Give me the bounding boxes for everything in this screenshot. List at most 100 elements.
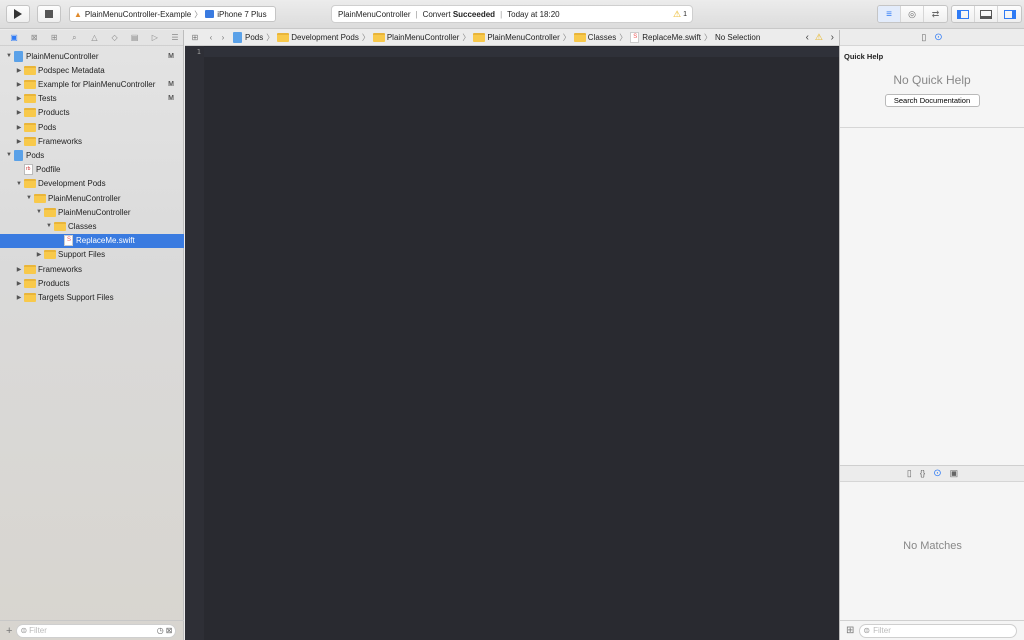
file-template-icon[interactable]: ▯ <box>907 468 912 479</box>
project-icon <box>14 50 23 62</box>
forward-icon[interactable]: › <box>217 33 229 42</box>
folder-icon <box>24 264 36 274</box>
disclosure-closed-icon[interactable]: ▶ <box>14 95 24 102</box>
source-control-icon[interactable]: ⊠ <box>26 32 42 44</box>
object-library-icon[interactable]: ⊙ <box>933 468 941 479</box>
version-editor-button[interactable]: ⇄ <box>924 6 947 22</box>
back-icon[interactable]: ‹ <box>205 33 217 42</box>
tree-row[interactable]: ▶ Example for PlainMenuController M <box>0 77 184 91</box>
tree-row[interactable]: ▼ Pods <box>0 148 184 162</box>
jump-next-icon[interactable]: › <box>831 32 834 43</box>
assistant-editor-button[interactable]: ◎ <box>901 6 924 22</box>
tree-row[interactable]: ▶ Products <box>0 106 184 120</box>
search-documentation-button[interactable]: Search Documentation <box>884 94 980 107</box>
jump-warning-icon[interactable]: ⚠ <box>815 32 823 43</box>
disclosure-open-icon[interactable]: ▼ <box>4 53 14 59</box>
tree-row[interactable]: ▼ PlainMenuController <box>0 191 184 205</box>
related-items-icon[interactable]: ⊞ <box>189 33 201 42</box>
breadcrumb-label: ReplaceMe.swift <box>642 33 701 42</box>
source-editor[interactable]: 1 <box>185 46 839 640</box>
library-filter-input[interactable]: ⊜ Filter <box>859 623 1018 638</box>
tree-row-label: Podspec Metadata <box>38 65 105 75</box>
breadcrumb-item[interactable]: Development Pods 〉 <box>277 32 373 43</box>
standard-editor-button[interactable]: ≡ <box>878 6 901 22</box>
tree-row[interactable]: ▶ Targets Support Files <box>0 290 184 304</box>
code-snippet-icon[interactable]: {} <box>920 469 925 478</box>
tree-row[interactable]: ▶ Tests M <box>0 92 184 106</box>
disclosure-closed-icon[interactable]: ▶ <box>14 109 24 116</box>
navigator-selector-bar: ▣ ⊠ ⊞ ⌕ △ ◇ ▤ ▷ ☰ <box>0 30 183 46</box>
breakpoint-icon[interactable]: ▷ <box>147 32 163 44</box>
disclosure-closed-icon[interactable]: ▶ <box>14 266 24 273</box>
tree-row[interactable]: ▼ Classes <box>0 219 184 233</box>
disclosure-open-icon[interactable]: ▼ <box>4 152 14 158</box>
breadcrumb-item[interactable]: Classes 〉 <box>573 32 630 43</box>
breadcrumb-item[interactable]: PlainMenuController 〉 <box>372 32 473 43</box>
recent-files-icon[interactable]: ◷ <box>157 626 164 635</box>
disclosure-closed-icon[interactable]: ▶ <box>14 124 24 131</box>
tree-row[interactable]: ▼ PlainMenuController M <box>0 49 184 63</box>
jump-prev-icon[interactable]: ‹ <box>806 32 809 43</box>
folder-icon <box>34 193 46 203</box>
folder-icon <box>54 221 66 231</box>
add-icon[interactable]: + <box>6 625 12 637</box>
disclosure-closed-icon[interactable]: ▶ <box>34 251 44 258</box>
quick-help-icon[interactable]: ⊙ <box>934 32 942 43</box>
scm-status-badge: M <box>168 80 174 88</box>
disclosure-closed-icon[interactable]: ▶ <box>14 81 24 88</box>
tree-row[interactable]: ▶ Frameworks <box>0 134 184 148</box>
issue-icon[interactable]: △ <box>86 32 102 44</box>
tree-row-label: Pods <box>38 122 57 132</box>
stop-button[interactable] <box>37 5 61 23</box>
disclosure-closed-icon[interactable]: ▶ <box>14 294 24 301</box>
folder-icon <box>24 108 36 118</box>
toggle-navigator-button[interactable] <box>952 6 975 22</box>
breadcrumb-item[interactable]: PlainMenuController 〉 <box>473 32 573 43</box>
tree-row[interactable]: ▶ Podspec Metadata <box>0 63 184 77</box>
symbol-icon[interactable]: ⊞ <box>46 32 62 44</box>
grid-view-icon[interactable]: ⊞ <box>846 625 854 636</box>
disclosure-closed-icon[interactable]: ▶ <box>14 138 24 145</box>
disclosure-open-icon[interactable]: ▼ <box>34 209 44 215</box>
breadcrumb-item[interactable]: ReplaceMe.swift〉 <box>630 32 715 43</box>
swift-icon <box>64 235 73 247</box>
breadcrumb-item[interactable]: Pods 〉 <box>233 32 277 43</box>
navigator-filter-input[interactable]: ⊜ Filter ◷ ⊠ <box>16 623 177 638</box>
device-icon <box>205 10 215 18</box>
tree-row-label: Products <box>38 278 70 288</box>
warning-indicator[interactable]: ⚠ 1 <box>673 9 687 20</box>
run-button[interactable] <box>6 5 30 23</box>
tree-row[interactable]: Podfile <box>0 163 184 177</box>
tree-row-label: Products <box>38 108 70 118</box>
report-icon[interactable]: ☰ <box>167 32 183 44</box>
disclosure-open-icon[interactable]: ▼ <box>14 181 24 187</box>
test-icon[interactable]: ◇ <box>107 32 123 44</box>
tree-row[interactable]: ▼ PlainMenuController <box>0 205 184 219</box>
toggle-debug-button[interactable] <box>975 6 998 22</box>
filter-icon: ⊜ <box>20 626 28 635</box>
scm-filter-icon[interactable]: ⊠ <box>166 626 173 635</box>
toggle-inspector-button[interactable] <box>998 6 1021 22</box>
debug-icon[interactable]: ▤ <box>127 32 143 44</box>
breadcrumb-item[interactable]: No Selection <box>715 33 760 42</box>
tree-row[interactable]: ▶ Pods <box>0 120 184 134</box>
file-inspector-icon[interactable]: ▯ <box>921 32 926 43</box>
tree-row[interactable]: ▼ Development Pods <box>0 177 184 191</box>
no-matches-label: No Matches <box>903 540 962 552</box>
folder-icon[interactable]: ▣ <box>6 32 22 44</box>
disclosure-open-icon[interactable]: ▼ <box>24 195 34 201</box>
disclosure-open-icon[interactable]: ▼ <box>44 223 54 229</box>
search-icon[interactable]: ⌕ <box>66 32 82 44</box>
arrows-icon: ⇄ <box>931 8 940 19</box>
media-library-icon[interactable]: ▣ <box>950 468 959 479</box>
tree-row[interactable]: ▶ Frameworks <box>0 262 184 276</box>
scheme-selector[interactable]: ▲ PlainMenuController-Example 〉 iPhone 7… <box>69 6 276 22</box>
disclosure-closed-icon[interactable]: ▶ <box>14 67 24 74</box>
disclosure-closed-icon[interactable]: ▶ <box>14 280 24 287</box>
tree-row[interactable]: ▶ Products <box>0 276 184 290</box>
tree-row[interactable]: ReplaceMe.swift <box>0 233 184 248</box>
tree-row-label: Podfile <box>36 165 61 175</box>
tree-row[interactable]: ▶ Support Files <box>0 248 184 262</box>
folder-icon <box>24 122 36 132</box>
folder-icon <box>24 79 36 89</box>
